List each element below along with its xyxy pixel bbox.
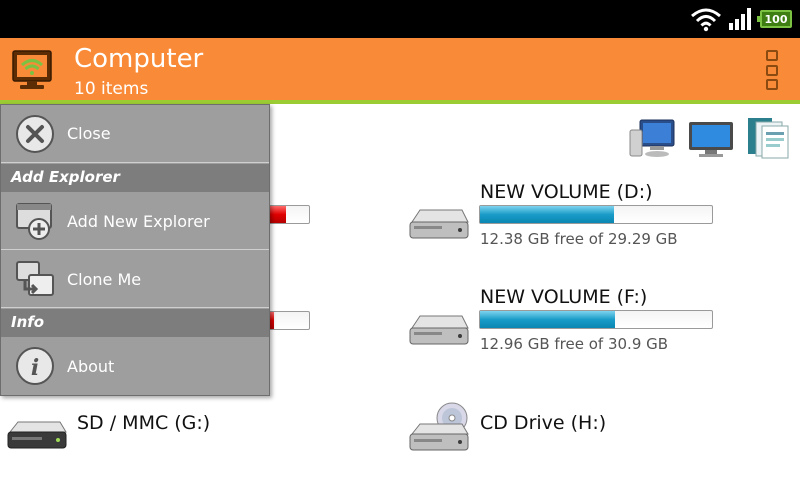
menu-item-clone-me[interactable]: Clone Me xyxy=(1,251,269,308)
wifi-icon xyxy=(691,8,721,32)
drive-usage-fill xyxy=(480,311,615,328)
drive-name: NEW VOLUME (F:) xyxy=(480,286,648,308)
action-bar: Computer 10 items xyxy=(0,38,800,104)
close-icon xyxy=(16,115,54,153)
menu-item-label: Close xyxy=(67,124,111,143)
drive-usage-bar xyxy=(479,205,713,224)
page-title: Computer xyxy=(74,44,204,74)
clone-window-icon xyxy=(16,261,54,296)
drive-usage-bar xyxy=(479,310,713,329)
menu-item-close[interactable]: Close xyxy=(1,105,269,163)
drive-name: CD Drive (H:) xyxy=(480,412,607,434)
status-bar: 100 xyxy=(0,0,800,38)
view-mode-toolbar xyxy=(628,116,794,160)
hard-drive-icon xyxy=(409,209,469,239)
add-window-icon xyxy=(16,203,52,240)
menu-item-add-new-explorer[interactable]: Add New Explorer xyxy=(1,193,269,250)
screen-icon[interactable] xyxy=(686,116,736,160)
battery-icon: 100 xyxy=(757,10,792,28)
drive-free-space: 12.96 GB free of 30.9 GB xyxy=(480,335,669,353)
drive-name: NEW VOLUME (D:) xyxy=(480,181,653,203)
menu-section-add-explorer: Add Explorer xyxy=(1,164,269,192)
monitor-desktop-icon[interactable] xyxy=(628,116,678,160)
cd-drive-icon xyxy=(409,402,469,451)
sd-card-drive-icon xyxy=(7,421,67,449)
menu-item-about[interactable]: i About xyxy=(1,338,269,395)
drive-usage-fill xyxy=(480,206,614,223)
menu-item-label: Add New Explorer xyxy=(67,212,210,231)
overflow-menu-icon[interactable] xyxy=(760,50,784,90)
svg-text:i: i xyxy=(31,355,39,381)
section-title: Info xyxy=(11,313,45,331)
info-icon: i xyxy=(16,347,54,385)
section-title: Add Explorer xyxy=(11,168,120,186)
signal-icon xyxy=(729,8,751,30)
battery-level: 100 xyxy=(764,12,788,26)
computer-wifi-icon[interactable] xyxy=(10,48,54,92)
hard-drive-icon xyxy=(409,315,469,345)
status-icons: 100 xyxy=(690,6,792,32)
menu-section-info: Info xyxy=(1,309,269,337)
popup-menu: Close Add Explorer Add New Explorer Clon… xyxy=(0,104,270,396)
menu-item-label: About xyxy=(67,357,115,376)
drive-name: SD / MMC (G:) xyxy=(77,412,211,434)
documents-icon[interactable] xyxy=(744,116,794,160)
menu-item-label: Clone Me xyxy=(67,270,142,289)
drive-free-space: 12.38 GB free of 29.29 GB xyxy=(480,230,678,248)
item-count: 10 items xyxy=(74,79,149,99)
